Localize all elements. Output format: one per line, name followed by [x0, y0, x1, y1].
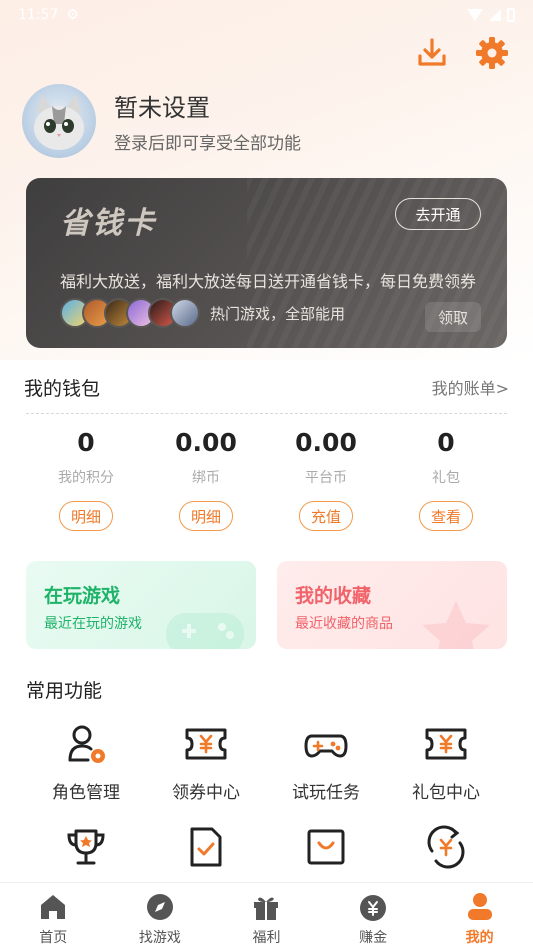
- profile-header[interactable]: 暂未设置 登录后即可享受全部功能: [22, 84, 301, 158]
- settings-gear-icon[interactable]: [475, 36, 509, 70]
- wallet-item-bound-coins: 0.00 绑币 明细: [151, 428, 261, 531]
- home-icon: [41, 895, 66, 919]
- gift-packs-value: 0: [437, 428, 455, 457]
- user-icon: [467, 893, 492, 920]
- profile-subtitle: 登录后即可享受全部功能: [114, 134, 301, 154]
- points-label: 我的积分: [58, 470, 114, 486]
- bound-coins-label: 绑币: [192, 470, 220, 486]
- platform-coins-value: 0.00: [295, 428, 357, 457]
- gamepad-icon: [304, 734, 348, 758]
- claim-button[interactable]: 领取: [425, 302, 481, 332]
- open-savings-card-button[interactable]: 去开通: [395, 198, 481, 230]
- wallet-title: 我的钱包: [24, 377, 101, 400]
- wifi-icon: [467, 9, 483, 21]
- tab-home[interactable]: 首页: [3, 883, 103, 949]
- tab-home-label: 首页: [39, 930, 68, 946]
- profile-name: 暂未设置: [114, 94, 210, 122]
- role-manage-icon: [68, 725, 105, 763]
- star-decor-icon: [422, 601, 490, 649]
- money-bag-icon: [360, 895, 387, 921]
- points-value: 0: [77, 428, 95, 457]
- coupon-center-item[interactable]: 领券中心: [151, 720, 261, 803]
- gear-status-icon: ⚙: [66, 7, 79, 23]
- playing-games-tile[interactable]: 在玩游戏 最近在玩的游戏: [26, 561, 256, 649]
- common-functions-grid: 角色管理 领券中心 试玩任务 礼包中心: [26, 720, 506, 901]
- gift-icon: [254, 897, 279, 920]
- savings-card-marquee: 福利大放送，福利大放送每日送开通省钱卡，每日免费领券: [60, 272, 477, 291]
- points-detail-button[interactable]: 明细: [59, 501, 113, 531]
- game-thumbnail: [170, 298, 200, 328]
- status-bar: 11:57 ⚙: [0, 0, 533, 30]
- shop-item[interactable]: [271, 823, 381, 881]
- battery-icon: [507, 8, 515, 22]
- tab-find-games[interactable]: 找游戏: [110, 883, 210, 949]
- my-bill-link[interactable]: 我的账单>: [432, 375, 509, 399]
- tab-mine-label: 我的: [465, 930, 494, 946]
- playing-games-subtitle: 最近在玩的游戏: [44, 616, 142, 632]
- tab-earn-label: 赚金: [359, 930, 388, 946]
- platform-coins-label: 平台币: [305, 470, 347, 486]
- divider: [26, 413, 507, 414]
- download-icon[interactable]: [415, 36, 449, 70]
- task-doc-item[interactable]: [151, 823, 261, 881]
- playing-games-title: 在玩游戏: [44, 585, 121, 607]
- status-time: 11:57: [18, 7, 59, 23]
- exchange-icon: [427, 825, 465, 869]
- bound-coins-detail-button[interactable]: 明细: [179, 501, 233, 531]
- exchange-item[interactable]: [391, 823, 501, 881]
- avatar[interactable]: [22, 84, 96, 158]
- wallet-item-points: 0 我的积分 明细: [31, 428, 141, 531]
- gift-center-item[interactable]: 礼包中心: [391, 720, 501, 803]
- role-manage-label: 角色管理: [52, 783, 120, 803]
- gift-center-label: 礼包中心: [412, 783, 480, 803]
- gift-ticket-icon: [425, 728, 467, 760]
- signal-icon: [489, 9, 501, 21]
- coupon-icon: [185, 728, 227, 760]
- savings-card[interactable]: 省钱卡 去开通 福利大放送，福利大放送每日送开通省钱卡，每日免费领券 热门游戏，…: [26, 178, 507, 348]
- bottom-tab-bar: 首页 找游戏 福利 赚金 我的: [0, 882, 533, 949]
- common-functions-title: 常用功能: [26, 680, 103, 702]
- tab-welfare[interactable]: 福利: [216, 883, 316, 949]
- wallet-item-platform-coins: 0.00 平台币 充值: [271, 428, 381, 531]
- task-doc-icon: [190, 827, 222, 867]
- trophy-icon: [67, 829, 105, 865]
- cat-avatar-icon: [34, 94, 84, 150]
- gift-packs-label: 礼包: [432, 470, 460, 486]
- tab-earn[interactable]: 赚金: [323, 883, 423, 949]
- savings-card-title: 省钱卡: [60, 206, 156, 241]
- compass-icon: [146, 894, 173, 920]
- shop-bag-icon: [307, 829, 345, 865]
- tab-find-games-label: 找游戏: [138, 930, 181, 946]
- wallet-stats: 0 我的积分 明细 0.00 绑币 明细 0.00 平台币 充值 0 礼包 查看: [26, 428, 506, 531]
- view-gift-packs-button[interactable]: 查看: [419, 501, 473, 531]
- wallet-item-gift-packs: 0 礼包 查看: [391, 428, 501, 531]
- tab-welfare-label: 福利: [252, 930, 281, 946]
- hot-games-text: 热门游戏，全部能用: [210, 304, 346, 323]
- recharge-button[interactable]: 充值: [299, 501, 353, 531]
- trial-task-label: 试玩任务: [292, 783, 360, 803]
- bound-coins-value: 0.00: [175, 428, 237, 457]
- top-actions: [415, 36, 509, 70]
- favorites-tile[interactable]: 我的收藏 最近收藏的商品: [277, 561, 507, 649]
- trial-task-item[interactable]: 试玩任务: [271, 720, 381, 803]
- favorites-title: 我的收藏: [295, 585, 372, 607]
- role-manage-item[interactable]: 角色管理: [31, 720, 141, 803]
- wallet-header: 我的钱包 我的账单>: [24, 372, 509, 402]
- trophy-item[interactable]: [31, 823, 141, 881]
- favorites-subtitle: 最近收藏的商品: [295, 616, 393, 632]
- gamepad-decor-icon: [166, 613, 244, 649]
- coupon-center-label: 领券中心: [172, 783, 240, 803]
- tab-mine[interactable]: 我的: [430, 883, 530, 949]
